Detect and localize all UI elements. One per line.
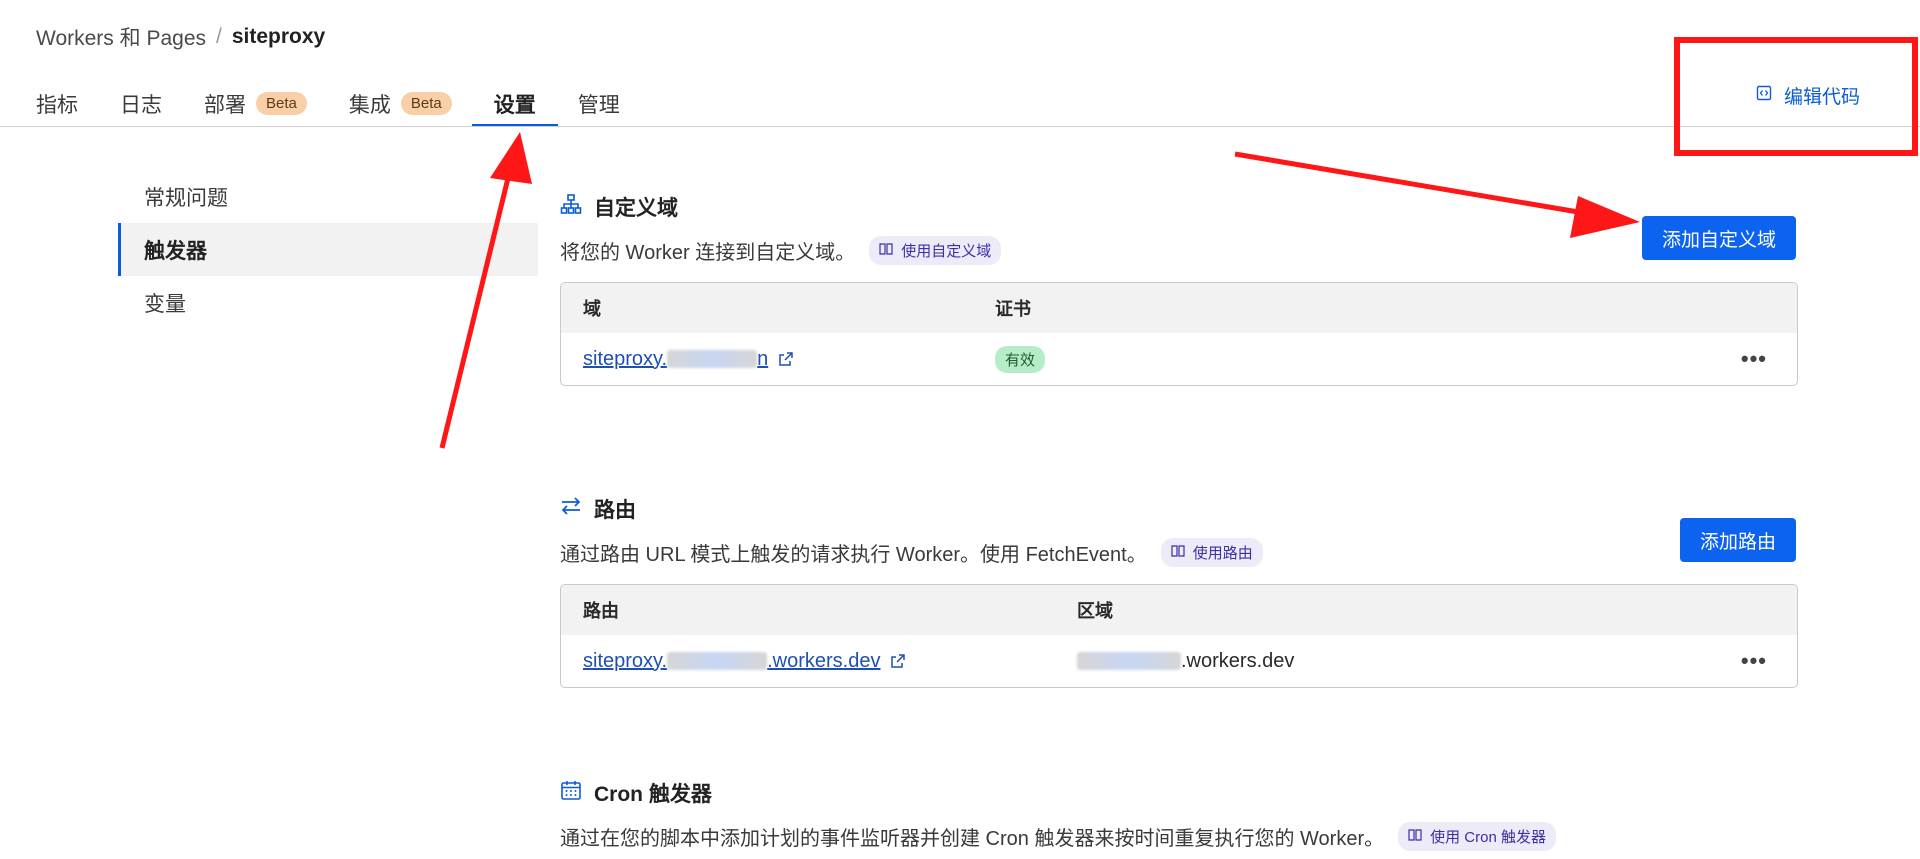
route-link[interactable]: siteproxy. .workers.dev xyxy=(583,650,880,673)
certificate-cell: 有效 xyxy=(995,345,1046,373)
route-suffix: .workers.dev xyxy=(767,649,881,672)
section-title: 路由 xyxy=(560,494,1798,524)
tab-bar: 指标 日志 部署 Beta 集成 Beta 设置 管理 xyxy=(36,72,662,127)
swap-arrows-icon xyxy=(560,495,582,523)
status-badge: 有效 xyxy=(995,345,1046,373)
breadcrumb: Workers 和 Pages / siteproxy xyxy=(36,22,325,52)
tab-divider xyxy=(0,126,1920,127)
tab-label: 日志 xyxy=(120,93,162,117)
redacted-text xyxy=(667,652,768,671)
docs-link-label: 使用自定义域 xyxy=(901,243,992,260)
domain-link[interactable]: siteproxy. n xyxy=(583,348,768,371)
zone-suffix: .workers.dev xyxy=(1181,649,1295,672)
external-link-icon[interactable] xyxy=(890,653,906,669)
beta-badge: Beta xyxy=(400,92,452,115)
route-prefix: siteproxy. xyxy=(583,649,668,672)
section-title-text: 自定义域 xyxy=(594,197,678,220)
sidebar-item-label: 触发器 xyxy=(144,239,207,263)
more-actions-button[interactable]: ••• xyxy=(1741,346,1767,372)
description-text: 通过在您的脚本中添加计划的事件监听器并创建 Cron 触发器来按时间重复执行您的… xyxy=(560,828,1385,850)
tab-settings[interactable]: 设置 xyxy=(471,72,558,127)
tab-deployments[interactable]: 部署 Beta xyxy=(204,72,307,127)
routes-section: 路由 通过路由 URL 模式上触发的请求执行 Worker。使用 FetchEv… xyxy=(560,494,1798,694)
sitemap-icon xyxy=(560,193,582,221)
tab-manage[interactable]: 管理 xyxy=(578,72,620,127)
beta-badge: Beta xyxy=(256,92,307,115)
settings-sidebar: 常规问题 触发器 变量 xyxy=(118,170,538,329)
sidebar-item-general[interactable]: 常规问题 xyxy=(118,170,538,223)
tab-label: 集成 xyxy=(348,93,391,117)
docs-link[interactable]: 使用路由 xyxy=(1160,538,1263,567)
section-title: 自定义域 xyxy=(560,192,1798,222)
section-description: 通过路由 URL 模式上触发的请求执行 Worker。使用 FetchEvent… xyxy=(560,538,1798,567)
sidebar-item-label: 常规问题 xyxy=(144,186,228,210)
column-header-certificate: 证书 xyxy=(995,299,1031,319)
description-text: 将您的 Worker 连接到自定义域。 xyxy=(560,242,856,264)
sidebar-item-variables[interactable]: 变量 xyxy=(118,276,538,329)
breadcrumb-root-link[interactable]: Workers 和 Pages xyxy=(36,22,206,52)
tab-integrations[interactable]: 集成 Beta xyxy=(349,72,452,127)
breadcrumb-current: siteproxy xyxy=(231,25,326,48)
column-header-route: 路由 xyxy=(583,601,619,621)
section-title-text: Cron 触发器 xyxy=(594,783,712,806)
docs-link[interactable]: 使用自定义域 xyxy=(869,236,1002,265)
table-header: 域 证书 xyxy=(561,283,1797,333)
tab-label: 设置 xyxy=(493,93,536,117)
more-actions-button[interactable]: ••• xyxy=(1741,648,1767,674)
docs-link-label: 使用路由 xyxy=(1192,545,1253,562)
tab-logs[interactable]: 日志 xyxy=(120,72,162,127)
domain-suffix: n xyxy=(757,347,769,370)
table-header: 路由 区域 xyxy=(561,585,1797,635)
annotation-arrows xyxy=(439,132,1640,449)
section-title-text: 路由 xyxy=(594,499,636,522)
book-icon xyxy=(1171,544,1185,562)
routes-table: 路由 区域 siteproxy. .workers.dev .workers.de… xyxy=(560,584,1798,688)
route-cell: siteproxy. .workers.dev xyxy=(583,650,906,673)
book-icon xyxy=(1408,828,1422,846)
calendar-icon xyxy=(560,779,582,807)
tab-label: 指标 xyxy=(36,93,78,117)
sidebar-item-label: 变量 xyxy=(144,292,186,316)
custom-domains-section: 自定义域 将您的 Worker 连接到自定义域。 使用自定义域 添加自定义域 域… xyxy=(560,192,1798,407)
redacted-text xyxy=(1077,652,1181,670)
custom-domains-table: 域 证书 siteproxy. n 有效 ••• xyxy=(560,282,1798,386)
add-custom-domain-button[interactable]: 添加自定义域 xyxy=(1642,216,1797,260)
table-row: siteproxy. .workers.dev .workers.dev ••• xyxy=(561,635,1797,687)
column-header-zone: 区域 xyxy=(1077,601,1113,621)
external-link-icon[interactable] xyxy=(778,351,794,367)
add-route-button[interactable]: 添加路由 xyxy=(1680,518,1797,562)
tab-label: 管理 xyxy=(577,93,620,117)
annotation-highlight-box xyxy=(1674,37,1918,156)
domain-prefix: siteproxy. xyxy=(583,347,668,370)
tab-metrics[interactable]: 指标 xyxy=(36,72,78,127)
breadcrumb-separator: / xyxy=(216,25,222,48)
docs-link-label: 使用 Cron 触发器 xyxy=(1430,829,1546,846)
domain-cell: siteproxy. n xyxy=(583,348,794,371)
zone-cell: .workers.dev xyxy=(1077,650,1294,673)
docs-link[interactable]: 使用 Cron 触发器 xyxy=(1398,822,1556,851)
book-icon xyxy=(879,242,893,260)
cron-triggers-section: Cron 触发器 通过在您的脚本中添加计划的事件监听器并创建 Cron 触发器来… xyxy=(560,778,1798,858)
redacted-text xyxy=(667,350,758,369)
column-header-domain: 域 xyxy=(583,299,601,319)
section-description: 将您的 Worker 连接到自定义域。 使用自定义域 xyxy=(560,236,1798,265)
description-text: 通过路由 URL 模式上触发的请求执行 Worker。使用 FetchEvent… xyxy=(560,544,1147,566)
table-row: siteproxy. n 有效 ••• xyxy=(561,333,1797,385)
sidebar-item-triggers[interactable]: 触发器 xyxy=(118,223,538,276)
section-title: Cron 触发器 xyxy=(560,778,1798,808)
tab-label: 部署 xyxy=(204,93,246,117)
section-description: 通过在您的脚本中添加计划的事件监听器并创建 Cron 触发器来按时间重复执行您的… xyxy=(560,822,1798,851)
